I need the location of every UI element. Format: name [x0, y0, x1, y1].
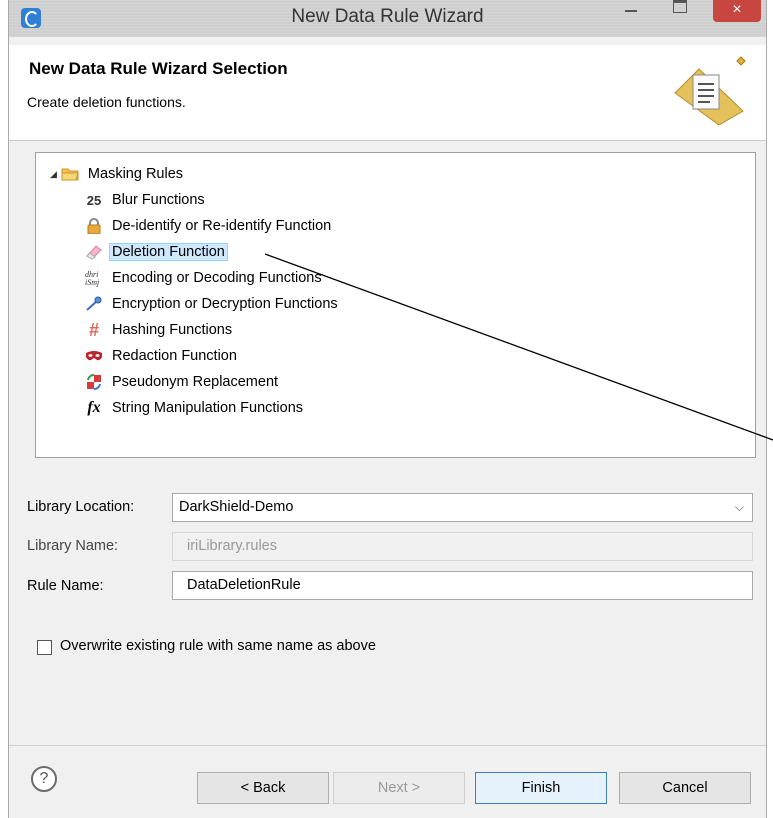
footer-divider — [9, 745, 766, 746]
key-icon — [84, 295, 104, 313]
redaction-mask-icon — [84, 347, 104, 365]
help-button[interactable]: ? — [31, 766, 57, 792]
tree-item-redaction[interactable]: Redaction Function — [84, 345, 240, 367]
library-name-label: Library Name: — [27, 538, 119, 554]
function-icon: fx — [87, 399, 101, 416]
library-location-dropdown[interactable]: DarkShield-Demo ⌵ — [172, 493, 753, 522]
library-location-label: Library Location: — [27, 499, 135, 515]
tree-item-label: Hashing Functions — [112, 322, 233, 338]
wizard-document-icon — [674, 56, 746, 125]
wizard-window: New Data Rule Wizard × New Data Rule Wiz… — [8, 0, 767, 818]
title-bar[interactable]: New Data Rule Wizard × — [9, 0, 766, 37]
tree-item-label: De-identify or Re-identify Function — [112, 218, 332, 234]
blur-icon: 25 — [86, 192, 102, 208]
tree-item-encryption[interactable]: Encryption or Decryption Functions — [84, 293, 341, 315]
tree-item-deletion-function[interactable]: Deletion Function — [84, 241, 228, 263]
rule-name-field[interactable]: DataDeletionRule — [172, 571, 753, 600]
finish-button[interactable]: Finish — [475, 772, 607, 804]
tree-item-label: String Manipulation Functions — [112, 400, 304, 416]
maximize-button[interactable] — [669, 0, 691, 14]
tree-item-masking-rules[interactable]: ◢ Masking Rules — [50, 163, 186, 185]
tree-item-label: Redaction Function — [112, 348, 237, 364]
tree-item-label: Blur Functions — [112, 192, 205, 208]
wizard-banner: New Data Rule Wizard Selection Create de… — [9, 45, 766, 141]
overwrite-checkbox[interactable] — [37, 640, 52, 655]
library-name-field: iriLibrary.rules — [172, 532, 753, 561]
svg-text:iSmj: iSmj — [85, 278, 100, 287]
tree-item-blur-functions[interactable]: 25 Blur Functions — [84, 189, 208, 211]
rule-name-label: Rule Name: — [27, 578, 104, 594]
tree-item-pseudonym[interactable]: Pseudonym Replacement — [84, 371, 281, 393]
minimize-button[interactable] — [621, 8, 641, 12]
back-button[interactable]: < Back — [197, 772, 329, 804]
window-title: New Data Rule Wizard — [291, 6, 484, 27]
tree-item-string-manipulation[interactable]: fx String Manipulation Functions — [84, 397, 306, 419]
encoding-icon: dhri iSmj — [84, 269, 104, 287]
hash-icon: # — [88, 319, 99, 340]
cancel-button[interactable]: Cancel — [619, 772, 751, 804]
overwrite-checkbox-label[interactable]: Overwrite existing rule with same name a… — [60, 638, 376, 654]
lock-icon — [84, 217, 104, 235]
tree-item-deidentify[interactable]: De-identify or Re-identify Function — [84, 215, 334, 237]
library-location-value: DarkShield-Demo — [179, 499, 294, 515]
next-button[interactable]: Next > — [333, 772, 465, 804]
tree-item-label: Encryption or Decryption Functions — [112, 296, 338, 312]
tree-item-label: Masking Rules — [87, 166, 184, 182]
tree-item-hashing[interactable]: # Hashing Functions — [84, 319, 235, 341]
collapse-arrow-icon[interactable]: ◢ — [50, 169, 57, 180]
tree-item-label: Encoding or Decoding Functions — [112, 270, 322, 286]
tree-item-encoding[interactable]: dhri iSmj Encoding or Decoding Functions — [84, 267, 325, 289]
chevron-down-icon[interactable]: ⌵ — [735, 494, 744, 521]
rule-type-tree[interactable]: ◢ Masking Rules 25 Blur Functions De-ide… — [35, 152, 756, 458]
folder-open-icon — [60, 165, 80, 183]
pseudonym-icon — [84, 373, 104, 391]
tree-item-label: Deletion Function — [109, 243, 228, 261]
close-button[interactable]: × — [713, 0, 761, 22]
eraser-icon — [84, 243, 104, 261]
tree-item-label: Pseudonym Replacement — [112, 374, 279, 390]
banner-title: New Data Rule Wizard Selection — [29, 59, 288, 78]
banner-subtitle: Create deletion functions. — [27, 94, 186, 110]
